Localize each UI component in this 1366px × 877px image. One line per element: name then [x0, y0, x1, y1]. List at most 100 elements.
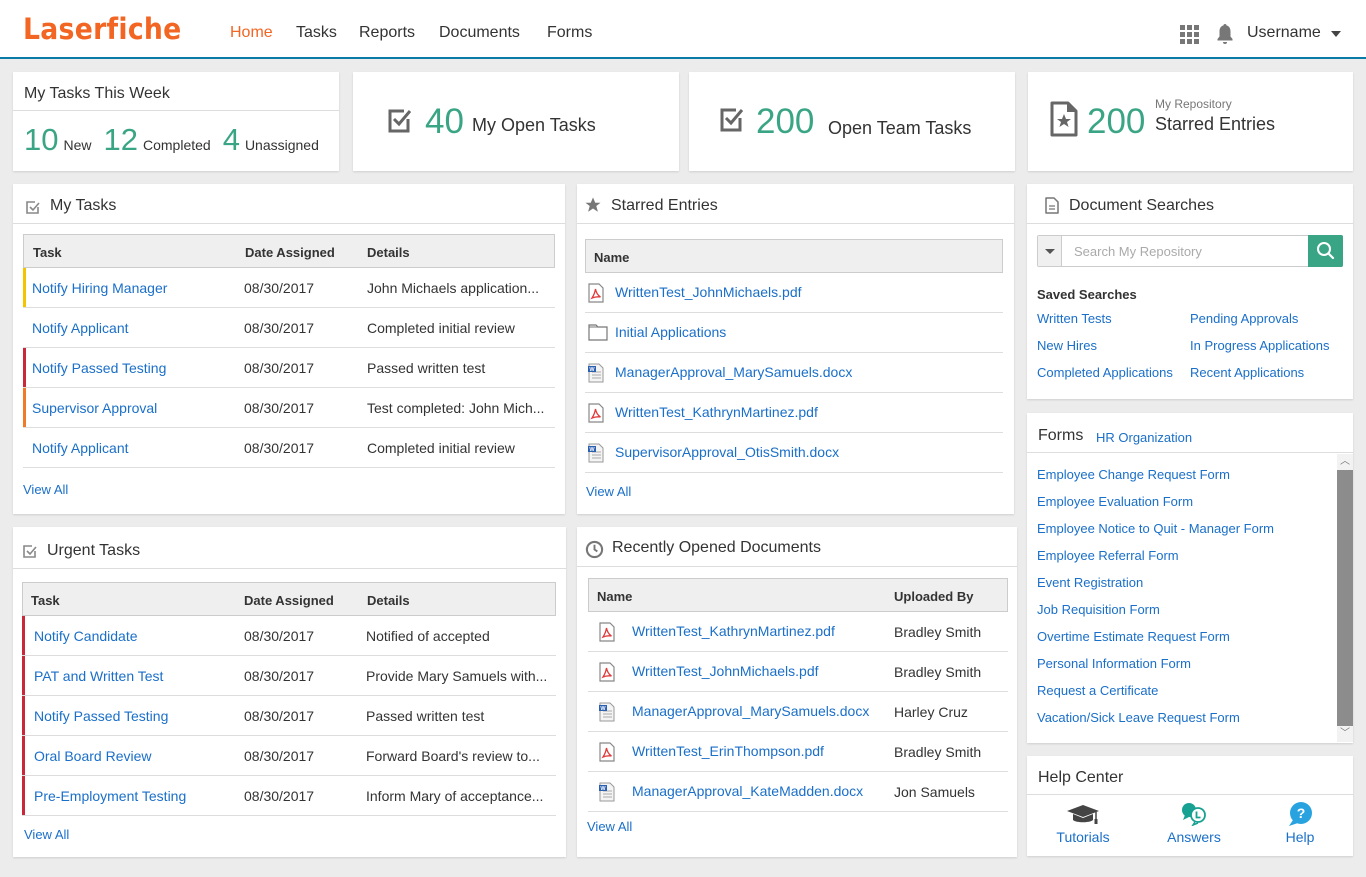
saved-search-link[interactable]: Written Tests: [1037, 311, 1112, 326]
list-item[interactable]: Initial Applications: [585, 313, 1003, 353]
document-link[interactable]: WrittenTest_JohnMichaels.pdf: [632, 663, 819, 679]
table-row[interactable]: Notify Applicant 08/30/2017 Completed init…: [23, 308, 555, 348]
table-row[interactable]: Notify Hiring Manager 08/30/2017 John Mich…: [23, 268, 555, 308]
col-name[interactable]: Name: [594, 250, 629, 265]
form-link[interactable]: Overtime Estimate Request Form: [1037, 629, 1230, 644]
task-details: Provide Mary Samuels with...: [366, 668, 548, 684]
tutorials-button[interactable]: Tutorials: [1043, 802, 1123, 845]
uploaded-by: Bradley Smith: [894, 624, 982, 640]
nav-forms[interactable]: Forms: [547, 24, 592, 42]
view-all-link[interactable]: View All: [586, 484, 631, 499]
saved-search-link[interactable]: Recent Applications: [1190, 365, 1304, 380]
nav-documents[interactable]: Documents: [439, 24, 520, 42]
form-link[interactable]: Vacation/Sick Leave Request Form: [1037, 710, 1240, 725]
document-link[interactable]: ManagerApproval_KateMadden.docx: [632, 783, 863, 799]
col-task[interactable]: Task: [33, 245, 62, 260]
col-date-assigned[interactable]: Date Assigned: [245, 245, 335, 260]
list-item[interactable]: WrittenTest_KathrynMartinez.pdf: [585, 393, 1003, 433]
view-all-link[interactable]: View All: [587, 819, 632, 834]
answers-button[interactable]: Answers: [1154, 802, 1234, 845]
saved-search-link[interactable]: Completed Applications: [1037, 365, 1173, 380]
document-link[interactable]: ManagerApproval_MarySamuels.docx: [632, 703, 869, 719]
table-row[interactable]: Oral Board Review 08/30/2017 Forward Board…: [22, 736, 556, 776]
uploaded-by: Jon Samuels: [894, 784, 975, 800]
table-row[interactable]: Notify Applicant 08/30/2017 Completed init…: [23, 428, 555, 468]
table-row[interactable]: Notify Candidate 08/30/2017 Notified of ac…: [22, 616, 556, 656]
apps-grid-icon[interactable]: [1180, 25, 1199, 44]
task-link[interactable]: Notify Applicant: [32, 440, 129, 456]
new-count[interactable]: 10: [24, 122, 58, 158]
scroll-down-icon[interactable]: ﹀: [1337, 726, 1353, 742]
table-row[interactable]: Notify Passed Testing 08/30/2017 Passed wr…: [22, 696, 556, 736]
list-item[interactable]: W SupervisorApproval_OtisSmith.docx: [585, 433, 1003, 473]
help-item-label: Tutorials: [1056, 829, 1110, 845]
col-date-assigned[interactable]: Date Assigned: [244, 593, 334, 608]
table-row[interactable]: WrittenTest_ErinThompson.pdf Bradley Smit…: [588, 732, 1008, 772]
nav-tasks[interactable]: Tasks: [296, 24, 337, 42]
form-link[interactable]: Request a Certificate: [1037, 683, 1158, 698]
view-all-link[interactable]: View All: [24, 827, 69, 842]
entry-link[interactable]: WrittenTest_KathrynMartinez.pdf: [615, 404, 818, 420]
form-link[interactable]: Employee Evaluation Form: [1037, 494, 1193, 509]
task-link[interactable]: Notify Passed Testing: [32, 360, 166, 376]
table-row[interactable]: W ManagerApproval_KateMadden.docx Jon Samu…: [588, 772, 1008, 812]
task-link[interactable]: Oral Board Review: [34, 748, 152, 764]
form-link[interactable]: Employee Change Request Form: [1037, 467, 1230, 482]
entry-link[interactable]: SupervisorApproval_OtisSmith.docx: [615, 444, 839, 460]
scroll-up-icon[interactable]: ︿: [1337, 454, 1353, 470]
task-link[interactable]: Notify Applicant: [32, 320, 129, 336]
saved-search-link[interactable]: In Progress Applications: [1190, 338, 1329, 353]
help-button[interactable]: ? Help: [1260, 802, 1340, 845]
document-link[interactable]: WrittenTest_ErinThompson.pdf: [632, 743, 824, 759]
task-link[interactable]: Notify Passed Testing: [34, 708, 168, 724]
entry-link[interactable]: ManagerApproval_MarySamuels.docx: [615, 364, 852, 380]
form-link[interactable]: Employee Referral Form: [1037, 548, 1179, 563]
form-link[interactable]: Job Requisition Form: [1037, 602, 1160, 617]
search-input[interactable]: [1063, 236, 1309, 266]
table-row[interactable]: Pre-Employment Testing 08/30/2017 Inform M…: [22, 776, 556, 816]
form-link[interactable]: Employee Notice to Quit - Manager Form: [1037, 521, 1274, 536]
forms-organization-link[interactable]: HR Organization: [1096, 430, 1192, 445]
bell-icon[interactable]: [1216, 23, 1234, 45]
open-team-tasks-card[interactable]: 200 Open Team Tasks: [689, 72, 1015, 171]
list-item[interactable]: WrittenTest_JohnMichaels.pdf: [585, 273, 1003, 313]
document-link[interactable]: WrittenTest_KathrynMartinez.pdf: [632, 623, 835, 639]
saved-search-link[interactable]: New Hires: [1037, 338, 1097, 353]
nav-reports[interactable]: Reports: [359, 24, 415, 42]
nav-home[interactable]: Home: [230, 24, 273, 42]
task-link[interactable]: PAT and Written Test: [34, 668, 163, 684]
col-details[interactable]: Details: [367, 593, 410, 608]
laserfiche-logo[interactable]: Laserfiche: [23, 12, 182, 46]
col-name[interactable]: Name: [597, 589, 632, 604]
starred-entries-card[interactable]: 200 My Repository Starred Entries: [1028, 72, 1353, 171]
form-link[interactable]: Personal Information Form: [1037, 656, 1191, 671]
task-link[interactable]: Notify Hiring Manager: [32, 280, 167, 296]
forms-scrollbar[interactable]: ︿ ﹀: [1337, 454, 1353, 742]
col-uploaded-by[interactable]: Uploaded By: [894, 589, 973, 604]
view-all-link[interactable]: View All: [23, 482, 68, 497]
table-row[interactable]: Supervisor Approval 08/30/2017 Test comple…: [23, 388, 555, 428]
task-link[interactable]: Pre-Employment Testing: [34, 788, 186, 804]
table-row[interactable]: W ManagerApproval_MarySamuels.docx Harley …: [588, 692, 1008, 732]
scroll-thumb[interactable]: [1337, 470, 1353, 726]
table-row[interactable]: WrittenTest_JohnMichaels.pdf Bradley Smit…: [588, 652, 1008, 692]
table-row[interactable]: WrittenTest_KathrynMartinez.pdf Bradley S…: [588, 612, 1008, 652]
table-row[interactable]: PAT and Written Test 08/30/2017 Provide Ma…: [22, 656, 556, 696]
caret-down-icon[interactable]: [1331, 31, 1341, 37]
search-button[interactable]: [1308, 235, 1343, 267]
my-open-tasks-card[interactable]: 40 My Open Tasks: [353, 72, 679, 171]
col-task[interactable]: Task: [31, 593, 60, 608]
table-row[interactable]: Notify Passed Testing 08/30/2017 Passed wr…: [23, 348, 555, 388]
saved-search-link[interactable]: Pending Approvals: [1190, 311, 1298, 326]
search-scope-dropdown[interactable]: [1038, 236, 1062, 266]
list-item[interactable]: W ManagerApproval_MarySamuels.docx: [585, 353, 1003, 393]
entry-link[interactable]: Initial Applications: [615, 324, 726, 340]
form-link[interactable]: Event Registration: [1037, 575, 1143, 590]
username-menu[interactable]: Username: [1247, 24, 1321, 42]
entry-link[interactable]: WrittenTest_JohnMichaels.pdf: [615, 284, 802, 300]
completed-count[interactable]: 12: [104, 122, 138, 158]
task-link[interactable]: Supervisor Approval: [32, 400, 157, 416]
unassigned-count[interactable]: 4: [223, 122, 240, 158]
task-link[interactable]: Notify Candidate: [34, 628, 138, 644]
col-details[interactable]: Details: [367, 245, 410, 260]
